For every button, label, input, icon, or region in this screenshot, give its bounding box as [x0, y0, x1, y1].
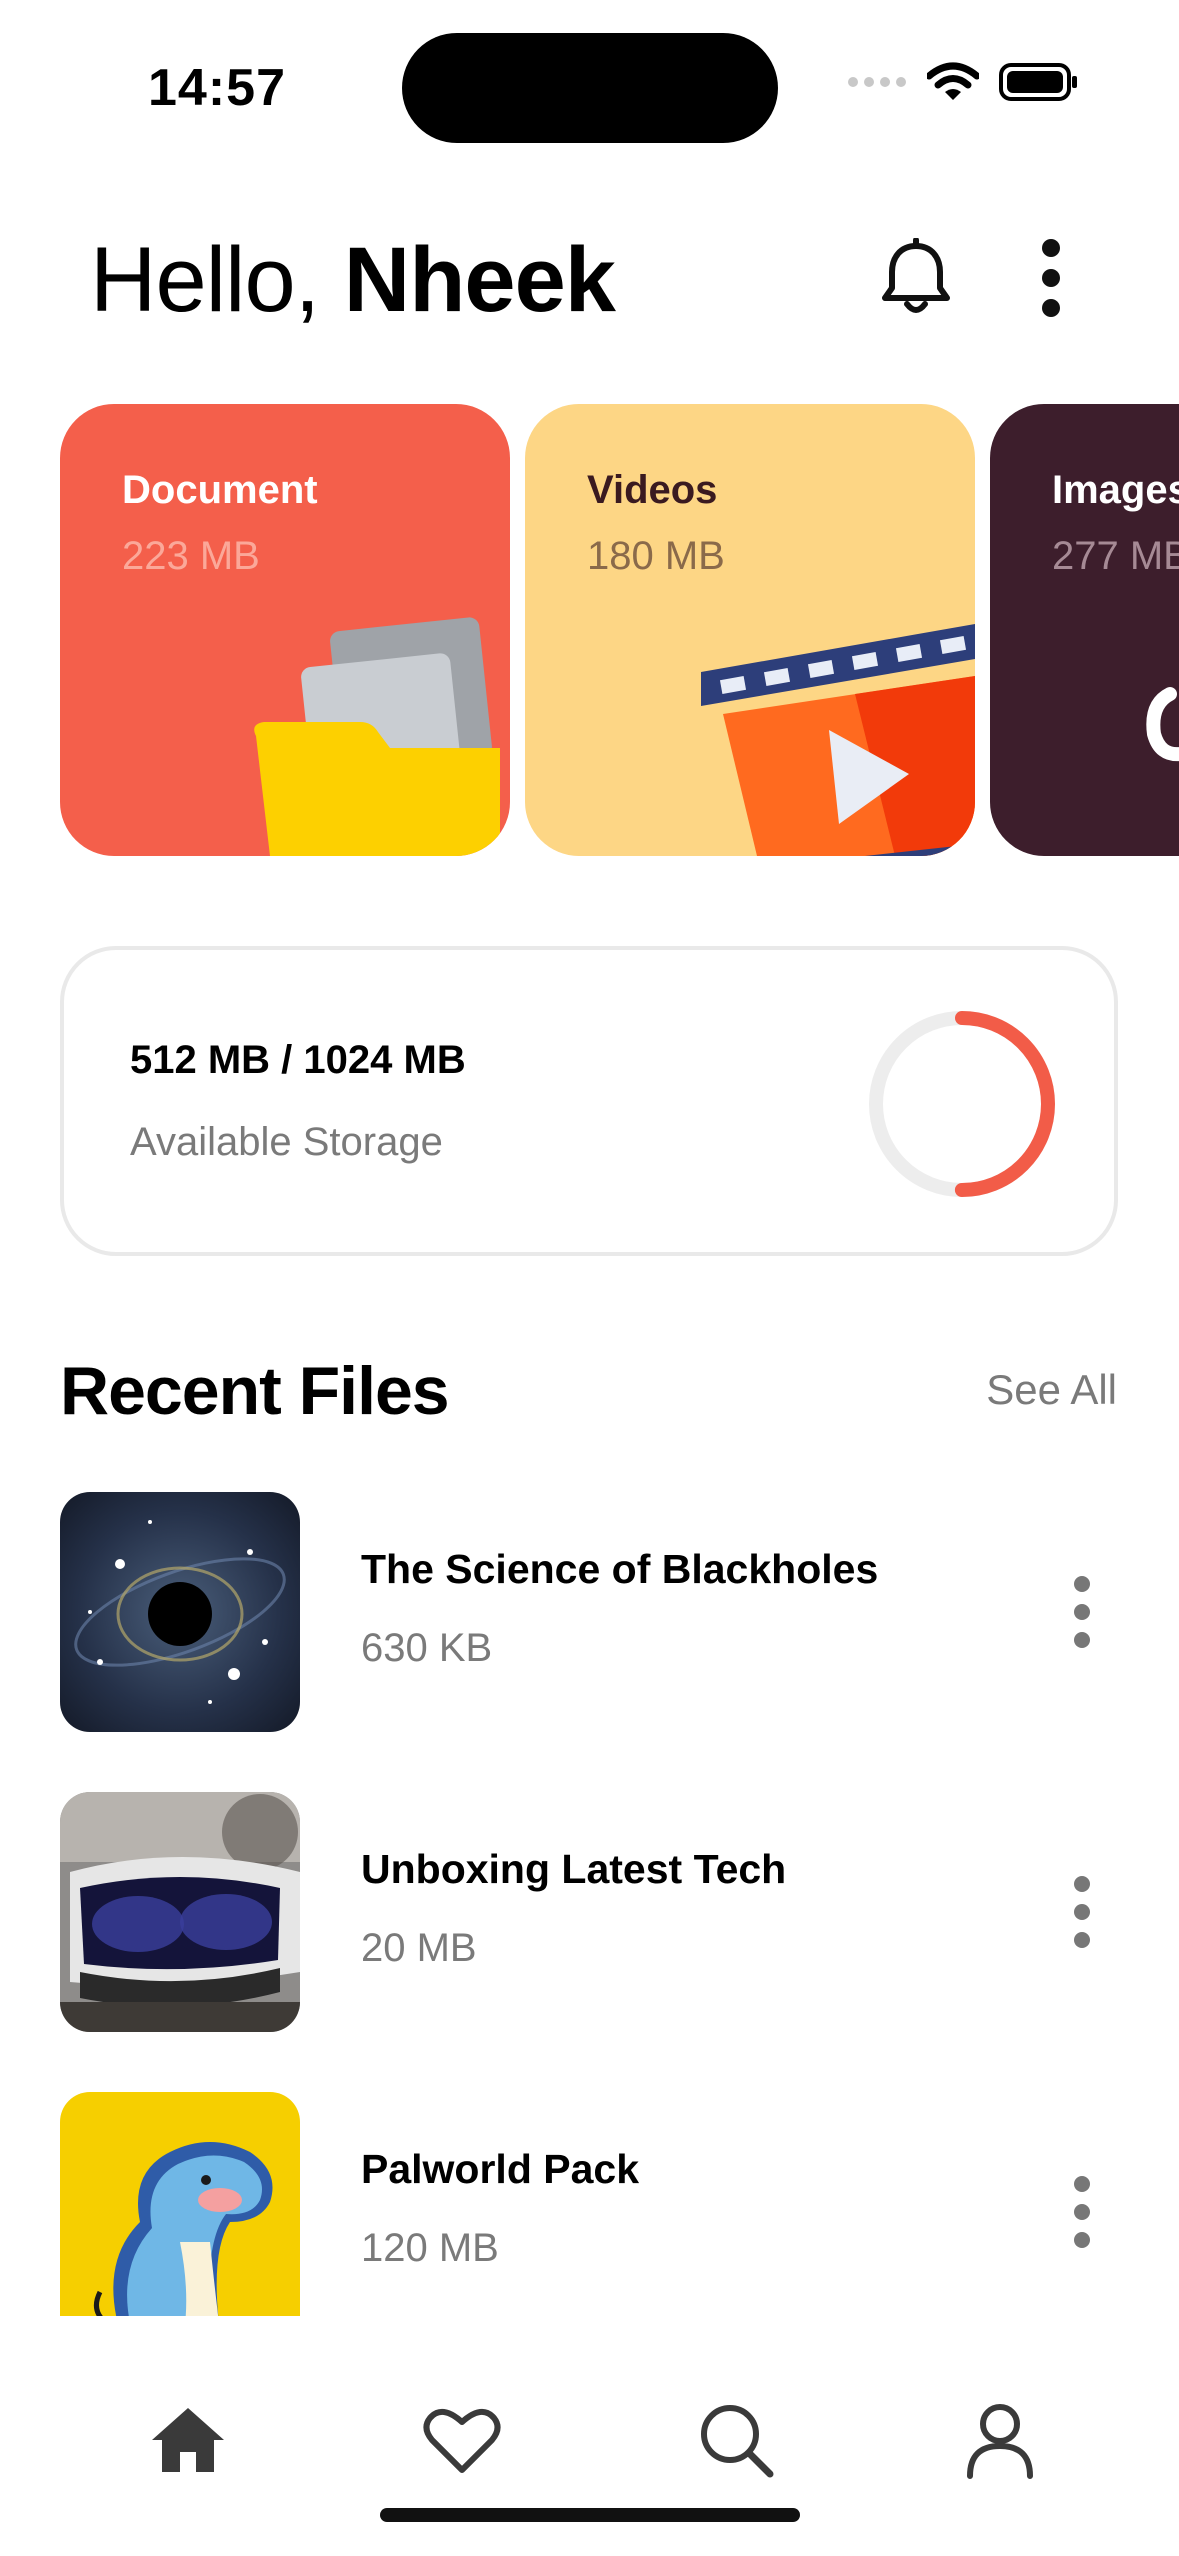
storage-progress-ring [869, 1011, 1055, 1197]
greeting-text: Hello, [90, 229, 320, 331]
storage-usage: 512 MB / 1024 MB [130, 1038, 466, 1082]
category-carousel[interactable]: Document 223 MB Videos 180 MB Images 277… [0, 404, 1179, 856]
category-size: 223 MB [122, 534, 260, 578]
status-time: 14:57 [148, 59, 286, 117]
home-indicator[interactable] [380, 2508, 800, 2522]
dynamic-island [402, 33, 778, 143]
vr-headset-thumbnail [60, 1792, 300, 2032]
storage-card[interactable]: 512 MB / 1024 MB Available Storage [60, 946, 1118, 1256]
cellular-signal-icon [848, 77, 906, 87]
file-row[interactable]: The Science of Blackholes 630 KB [60, 1492, 1118, 1732]
category-size: 180 MB [587, 534, 725, 578]
file-options-icon[interactable] [1070, 1572, 1094, 1652]
file-size: 630 KB [361, 1626, 493, 1670]
category-title: Videos [587, 468, 718, 512]
category-card-videos[interactable]: Videos 180 MB [525, 404, 975, 856]
home-icon[interactable] [148, 2400, 228, 2480]
category-title: Images [1052, 468, 1179, 512]
file-name: Unboxing Latest Tech [361, 1846, 787, 1892]
file-size: 120 MB [361, 2226, 499, 2270]
file-options-icon[interactable] [1070, 1872, 1094, 1952]
notification-bell-icon[interactable] [880, 238, 952, 318]
profile-icon[interactable] [960, 2400, 1040, 2480]
user-name: Nheek [343, 229, 616, 331]
category-size: 277 MB [1052, 534, 1179, 578]
palworld-thumbnail [60, 2092, 300, 2316]
heart-icon[interactable] [422, 2400, 502, 2480]
recent-files-title: Recent Files [60, 1353, 450, 1429]
wifi-icon [927, 62, 979, 100]
file-row[interactable]: Palworld Pack 120 MB [60, 2092, 1118, 2332]
more-options-icon[interactable] [1030, 236, 1072, 320]
file-name: Palworld Pack [361, 2146, 640, 2192]
battery-icon [999, 63, 1077, 101]
file-name: The Science of Blackholes [361, 1546, 879, 1592]
file-options-icon[interactable] [1070, 2172, 1094, 2252]
file-size: 20 MB [361, 1926, 477, 1970]
storage-label: Available Storage [130, 1120, 443, 1164]
category-title: Document [122, 468, 318, 512]
greeting: Hello, Nheek [90, 228, 616, 333]
see-all-link[interactable]: See All [986, 1366, 1117, 1414]
blackhole-thumbnail [60, 1492, 300, 1732]
category-card-document[interactable]: Document 223 MB [60, 404, 510, 856]
status-icons [847, 62, 1079, 102]
category-card-images[interactable]: Images 277 MB [990, 404, 1179, 856]
search-icon[interactable] [696, 2400, 776, 2480]
file-row[interactable]: Unboxing Latest Tech 20 MB [60, 1792, 1118, 2032]
